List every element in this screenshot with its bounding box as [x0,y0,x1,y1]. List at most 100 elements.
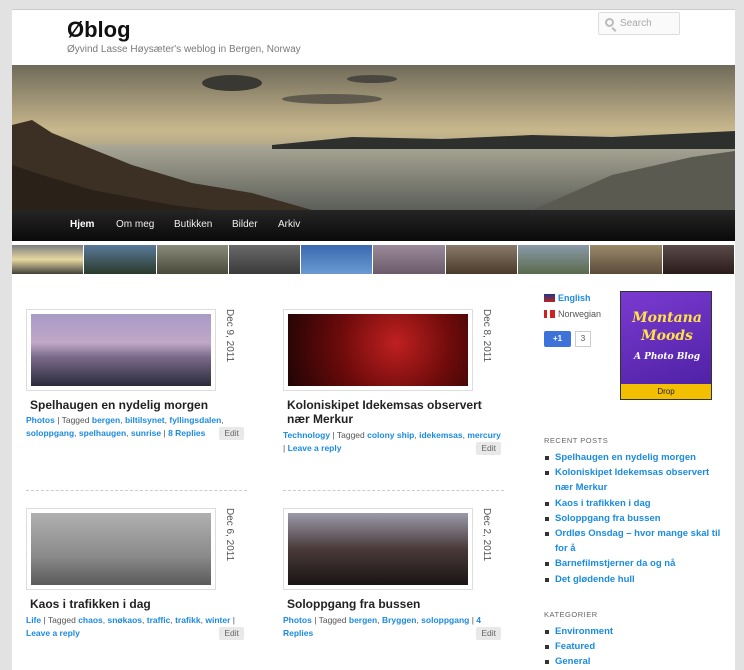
post-card: Dec 9, 2011 Spelhaugen en nydelig morgen… [26,309,248,479]
tag-link[interactable]: fyllingsdalen [169,415,221,425]
post-card: Dec 6, 2011 Kaos i trafikken i dag Life … [26,508,248,670]
tag-link[interactable]: winter [205,615,230,625]
tag-link[interactable]: spelhaugen [79,428,126,438]
post-title[interactable]: Spelhaugen en nydelig morgen [30,398,240,412]
post-thumbnail[interactable] [26,309,216,391]
post-meta: Life | Tagged chaos, snøkaos, traffic, t… [26,614,244,640]
nav-item-hjem[interactable]: Hjem [70,219,94,230]
recent-posts-list: Spelhaugen en nydelig morgen Koloniskipe… [544,450,724,587]
thumbnail-image[interactable] [301,245,374,274]
post-thumbnail[interactable] [26,508,216,590]
edit-button[interactable]: Edit [219,427,244,440]
ad-title-line2: Moods [641,328,693,344]
tag-link[interactable]: bergen [349,615,377,625]
ad-drop-button[interactable]: Drop [621,384,711,399]
post-thumbnail[interactable] [283,309,473,391]
post-date: Dec 9, 2011 [224,309,235,363]
site-description: Øyvind Lasse Høysæter's weblog in Bergen… [67,44,301,55]
recent-post-link[interactable]: Koloniskipet Idekemsas observert nær Mer… [544,465,724,495]
tag-link[interactable]: snøkaos [108,615,143,625]
nav-item-arkiv[interactable]: Arkiv [278,219,300,230]
language-label: Norwegian [558,309,602,319]
thumbnail-image[interactable] [518,245,591,274]
tag-link[interactable]: biltilsynet [125,415,165,425]
nav-item-butikken[interactable]: Butikken [174,219,212,230]
post-category-link[interactable]: Life [26,615,41,625]
language-english[interactable]: English [544,293,591,303]
search-input[interactable]: Search [598,12,680,35]
thumbnail-image[interactable] [590,245,663,274]
edit-button[interactable]: Edit [219,627,244,640]
post-date: Dec 8, 2011 [481,309,492,363]
post-meta: Photos | Tagged bergen, biltilsynet, fyl… [26,414,244,440]
recent-post-link[interactable]: Ordløs Onsdag – hvor mange skal til for … [544,526,724,556]
tag-link[interactable]: soloppgang [421,615,469,625]
language-label: English [558,293,591,303]
post-card: Dec 2, 2011 Soloppgang fra bussen Photos… [283,508,505,670]
tag-link[interactable]: Bryggen [382,615,416,625]
header-banner-image[interactable] [12,65,735,210]
google-plus-one-button[interactable]: +1 [544,331,571,347]
post-category-link[interactable]: Photos [26,415,55,425]
post-category-link[interactable]: Photos [283,615,312,625]
site-title[interactable]: Øblog [67,17,131,43]
tag-link[interactable]: colony ship [367,430,414,440]
thumbnail-image[interactable] [445,245,519,274]
tag-link[interactable]: trafikk [175,615,201,625]
tagged-label: | Tagged [314,615,347,625]
post-title[interactable]: Kaos i trafikken i dag [30,597,240,611]
tagged-label: | Tagged [43,615,76,625]
edit-button[interactable]: Edit [476,442,501,455]
category-link[interactable]: General [544,654,724,669]
tag-link[interactable]: mercury [467,430,501,440]
post-meta: Technology | Tagged colony ship, idekems… [283,430,501,455]
recent-post-link[interactable]: Soloppgang fra bussen [544,511,724,526]
replies-link[interactable]: Leave a reply [288,443,342,453]
category-link[interactable]: Environment [544,624,724,639]
tag-link[interactable]: bergen [92,415,120,425]
categories-heading: KATEGORIER [544,610,598,619]
recent-post-link[interactable]: Det glødende hull [544,572,724,587]
post-title[interactable]: Soloppgang fra bussen [287,597,497,611]
tag-link[interactable]: idekemsas [419,430,462,440]
thumbnail-image[interactable] [228,245,302,274]
post-date: Dec 6, 2011 [224,508,235,562]
thumbnail-image[interactable] [662,245,735,274]
categories-list: Environment Featured General humor [544,624,724,670]
ad-title-line1: Montana [632,310,702,326]
language-norwegian[interactable]: Norwegian [544,309,601,319]
replies-link[interactable]: 8 Replies [168,428,205,438]
tag-link[interactable]: traffic [147,615,171,625]
thumbnail-image[interactable] [156,245,229,274]
nav-item-om-meg[interactable]: Om meg [116,219,154,230]
thumbnail-image[interactable] [12,245,85,274]
edit-button[interactable]: Edit [476,627,501,640]
post-divider [26,490,247,491]
tag-link[interactable]: sunrise [131,428,161,438]
post-title[interactable]: Koloniskipet Idekemsas observert nær Mer… [287,398,497,426]
recent-post-link[interactable]: Kaos i trafikken i dag [544,496,724,511]
search-placeholder: Search [620,18,652,29]
category-link[interactable]: Featured [544,639,724,654]
norway-flag-icon [544,310,555,318]
replies-link[interactable]: Leave a reply [26,628,80,638]
tag-link[interactable]: soloppgang [26,428,74,438]
tagged-label: | Tagged [57,415,90,425]
post-meta: Photos | Tagged bergen, Bryggen, soloppg… [283,614,501,640]
recent-post-link[interactable]: Barnefilmstjerner da og nå [544,556,724,571]
thumbnail-image[interactable] [373,245,446,274]
uk-flag-icon [544,294,555,302]
plus-one-count: 3 [575,331,591,347]
ad-subtitle: A Photo Blog [633,352,701,362]
post-thumbnail[interactable] [283,508,473,590]
nav-item-bilder[interactable]: Bilder [232,219,258,230]
post-category-link[interactable]: Technology [283,430,330,440]
thumbnail-strip [12,245,735,274]
montana-moods-ad[interactable]: Montana Moods A Photo Blog Drop [620,291,712,400]
recent-posts-heading: RECENT POSTS [544,436,609,445]
tag-link[interactable]: chaos [78,615,103,625]
recent-post-link[interactable]: Spelhaugen en nydelig morgen [544,450,724,465]
search-icon [605,18,614,27]
thumbnail-image[interactable] [84,245,157,274]
main-navigation: Hjem Om meg Butikken Bilder Arkiv [12,210,735,241]
